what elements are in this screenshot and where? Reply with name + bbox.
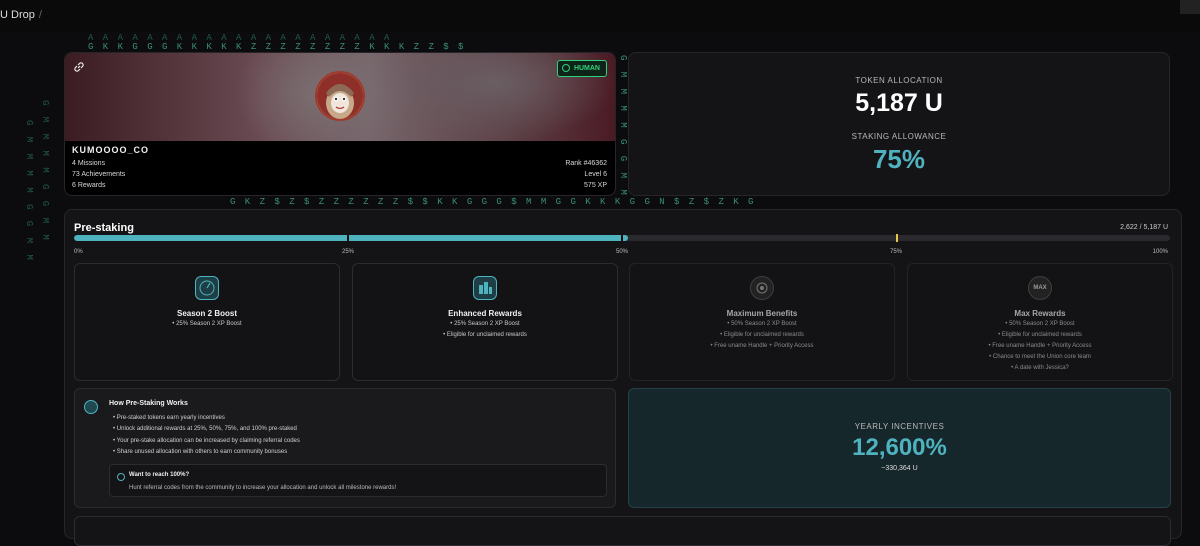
info-icon	[84, 400, 98, 414]
tier-card-season2-boost[interactable]: Season 2 Boost • 25% Season 2 XP Boost	[74, 263, 340, 381]
tick-label-50: 50%	[616, 249, 629, 255]
bottom-panel	[74, 516, 1171, 546]
how-list: • Pre-staked tokens earn yearly incentiv…	[113, 413, 300, 459]
rewards-icon	[473, 276, 497, 300]
breadcrumb-separator: /	[38, 9, 42, 21]
tier-title: Season 2 Boost	[176, 309, 237, 318]
tier-list: • 25% Season 2 XP Boost • Eligible for u…	[353, 319, 617, 341]
prestaking-panel: Pre-staking 2,622 / 5,187 U 0% 25% 50% 7…	[64, 209, 1182, 546]
matrix-row-3: G K Z $ Z $ Z Z Z Z Z Z $ $ K K G G G $ …	[230, 197, 756, 207]
yearly-value: 12,600%	[852, 434, 947, 461]
how-prestaking-works: How Pre-Staking Works • Pre-staked token…	[74, 388, 616, 508]
top-bar: U Drop /	[0, 0, 1200, 32]
tick-label-75: 75%	[890, 249, 903, 255]
tier-item: • 50% Season 2 XP Boost	[1005, 321, 1075, 327]
avatar	[315, 71, 365, 121]
human-badge: HUMAN	[556, 60, 607, 77]
token-card: TOKEN ALLOCATION 5,187 U STAKING ALLOWAN…	[628, 52, 1170, 196]
token-allocation-label: TOKEN ALLOCATION	[855, 76, 943, 85]
boost-icon	[195, 276, 219, 300]
how-title: How Pre-Staking Works	[109, 400, 188, 407]
check-icon	[561, 64, 570, 73]
tier-list: • 50% Season 2 XP Boost • Eligible for u…	[630, 319, 894, 352]
profile-card: HUMAN KUMOOOO_CO 4 Missions 73 Achieveme…	[64, 52, 616, 196]
xp-stat: 575 XP	[584, 182, 607, 189]
tier-card-maximum-benefits[interactable]: Maximum Benefits • 50% Season 2 XP Boost…	[629, 263, 895, 381]
how-item: • Unlock additional rewards at 25%, 50%,…	[113, 426, 297, 433]
tier-list: • 50% Season 2 XP Boost • Eligible for u…	[908, 319, 1172, 374]
tier-card-enhanced-rewards[interactable]: Enhanced Rewards • 25% Season 2 XP Boost…	[352, 263, 618, 381]
tier-title: Max Rewards	[1014, 309, 1066, 318]
staking-allowance-label: STAKING ALLOWANCE	[851, 132, 947, 141]
tick-50	[621, 235, 623, 241]
reach-100-callout: Want to reach 100%? Hunt referral codes …	[109, 464, 607, 497]
tier-list: • 25% Season 2 XP Boost	[75, 319, 339, 330]
breadcrumb: U Drop /	[0, 9, 42, 21]
tier-item: • Free uname Handle + Priority Access	[710, 343, 814, 349]
level-stat: Level 6	[584, 171, 607, 178]
breadcrumb-title[interactable]: U Drop	[0, 9, 35, 21]
tier-item: • 50% Season 2 XP Boost	[727, 321, 797, 327]
matrix-col-3: G M M M M G G M M	[618, 55, 628, 198]
tier-item: • 25% Season 2 XP Boost	[172, 321, 242, 327]
marker-75	[896, 234, 898, 242]
how-item: • Share unused allocation with others to…	[113, 449, 288, 456]
tick-label-0: 0%	[74, 249, 83, 255]
matrix-col-2: G M M M M G G M M	[40, 100, 50, 243]
staking-allowance-value: 75%	[872, 144, 926, 174]
benefits-icon	[750, 276, 774, 300]
prestaking-title: Pre-staking	[74, 222, 134, 234]
how-item: • Pre-staked tokens earn yearly incentiv…	[113, 415, 225, 421]
reach-title: Want to reach 100%?	[129, 472, 190, 478]
tier-item: • Eligible for unclaimed rewards	[720, 332, 804, 338]
link-icon[interactable]	[73, 61, 85, 73]
prestaking-count: 2,622 / 5,187 U	[1120, 224, 1168, 231]
max-icon: MAX	[1028, 276, 1052, 300]
reach-text: Hunt referral codes from the community t…	[129, 485, 397, 491]
matrix-col-1: G M M M M G G M M	[24, 120, 34, 263]
missions-stat: 4 Missions	[72, 160, 106, 167]
tier-title: Maximum Benefits	[726, 309, 798, 318]
tier-item: • Eligible for unclaimed rewards	[998, 332, 1082, 338]
check-icon	[117, 473, 125, 481]
tier-item: • Free uname Handle + Priority Access	[988, 343, 1092, 349]
yearly-label: YEARLY INCENTIVES	[854, 422, 945, 431]
rank-stat: Rank #46362	[565, 160, 607, 167]
token-allocation-value: 5,187 U	[855, 89, 943, 117]
how-item: • Your pre-stake allocation can be incre…	[113, 437, 300, 444]
window-control[interactable]	[1180, 0, 1200, 14]
tick-25	[347, 235, 349, 241]
tier-item: • 25% Season 2 XP Boost	[450, 321, 520, 327]
tier-item: • Chance to meet the Union core team	[989, 354, 1091, 360]
max-icon-label: MAX	[1033, 285, 1047, 291]
rewards-stat: 6 Rewards	[72, 182, 106, 189]
username: KUMOOOO_CO	[72, 145, 150, 155]
yearly-sub: ~330,364 U	[881, 465, 918, 472]
progress-fill	[74, 235, 629, 241]
tier-item: • A date with Jessica?	[1011, 365, 1069, 371]
tick-label-100: 100%	[1152, 249, 1168, 255]
tick-label-25: 25%	[342, 249, 355, 255]
tier-item: • Eligible for unclaimed rewards	[443, 332, 527, 338]
matrix-row-2: G K K G G G K K K K K Z Z Z Z Z Z Z Z K …	[88, 42, 466, 52]
tier-card-max-rewards[interactable]: MAX Max Rewards • 50% Season 2 XP Boost …	[907, 263, 1173, 381]
achievements-stat: 73 Achievements	[72, 171, 126, 178]
yearly-incentives-card: YEARLY INCENTIVES 12,600% ~330,364 U	[628, 388, 1171, 508]
human-badge-label: HUMAN	[573, 65, 600, 72]
tier-title: Enhanced Rewards	[448, 309, 522, 318]
